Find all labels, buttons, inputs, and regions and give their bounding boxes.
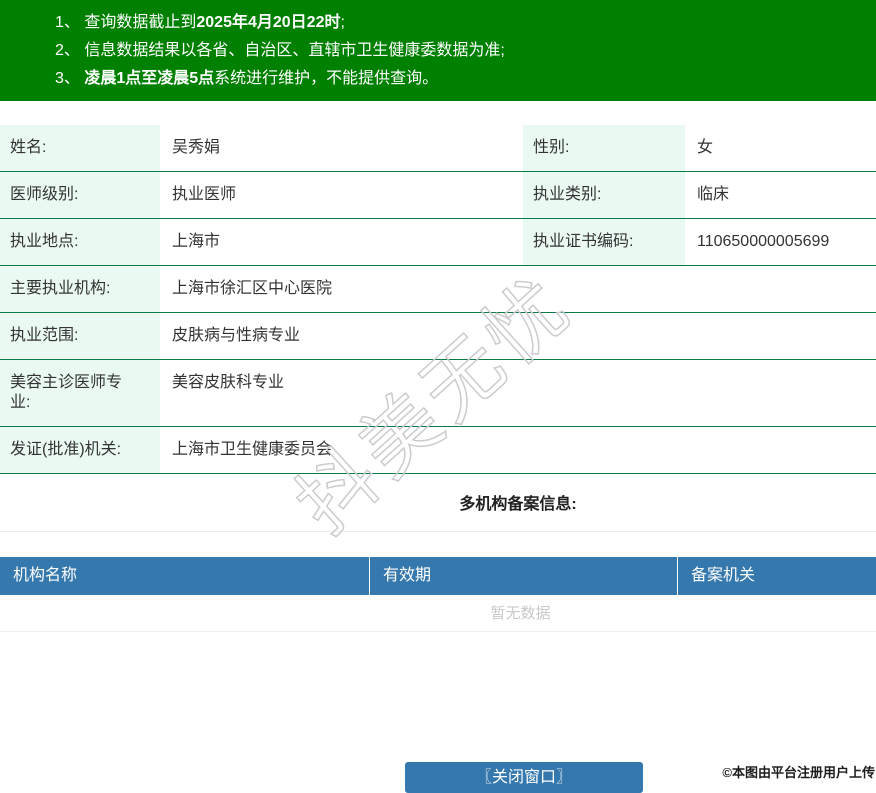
main-institution-label: 主要执业机构: [0,265,160,313]
notice-line: 1、 查询数据截止到2025年4月20日22时; [55,9,866,37]
doctor-level-label: 医师级别: [0,171,160,219]
practice-location-label: 执业地点: [0,218,160,266]
close-window-button[interactable]: 〖关闭窗口〗 [405,762,643,793]
notice-text: ; [340,14,345,31]
notice-line: 3、 凌晨1点至凌晨5点系统进行维护，不能提供查询。 [55,65,866,93]
no-data-placeholder: 暂无数据 [0,595,876,632]
practice-category-value: 临床 [685,171,876,219]
column-header-validity-period: 有效期 [369,557,677,595]
table-row: 执业范围: 皮肤病与性病专业 [0,312,876,360]
notice-line-number: 3、 [55,70,80,87]
gender-value: 女 [685,125,876,172]
table-row: 美容主诊医师专业: 美容皮肤科专业 [0,359,876,427]
doctor-level-value: 执业医师 [160,171,523,219]
column-header-institution-name: 机构名称 [13,567,78,584]
certificate-number-value: 110650000005699 [685,218,876,266]
notice-text: 系统进行维护，不能提供查询。 [214,70,439,87]
notice-line: 2、 信息数据结果以各省、自治区、直辖市卫生健康委数据为准; [55,37,866,65]
column-header-filing-authority: 备案机关 [677,557,876,595]
multi-org-table-header: 机构名称 有效期 备案机关 [0,557,876,595]
notice-line-number: 1、 [55,14,80,31]
main-institution-value: 上海市徐汇区中心医院 [160,265,876,313]
practice-category-label: 执业类别: [523,171,685,219]
cosmetic-specialty-value: 美容皮肤科专业 [160,359,876,427]
upload-attribution-note: ©本图由平台注册用户上传 [722,765,875,780]
issuing-authority-value: 上海市卫生健康委员会 [160,426,876,474]
table-row: 发证(批准)机关: 上海市卫生健康委员会 [0,426,876,474]
certificate-number-label: 执业证书编码: [523,218,685,266]
table-row: 主要执业机构: 上海市徐汇区中心医院 [0,265,876,313]
practice-scope-label: 执业范围: [0,312,160,360]
cosmetic-specialty-label: 美容主诊医师专业: [0,359,160,427]
notice-text: 查询数据截止到 [84,14,197,31]
practitioner-info-table: 姓名: 吴秀娟 性别: 女 医师级别: 执业医师 执业类别: 临床 执业地点: … [0,125,876,474]
notice-line-number: 2、 [55,42,80,59]
table-row: 姓名: 吴秀娟 性别: 女 [0,125,876,172]
issuing-authority-label: 发证(批准)机关: [0,426,160,474]
notice-text-bold: 凌晨1点至凌晨5点 [84,70,215,87]
multi-org-section-title: 多机构备案信息: [0,474,876,532]
table-row: 医师级别: 执业医师 执业类别: 临床 [0,171,876,219]
notice-text-bold: 2025年4月20日22时 [196,14,341,31]
gender-label: 性别: [523,125,685,172]
practice-location-value: 上海市 [160,218,523,266]
notice-banner: 1、 查询数据截止到2025年4月20日22时; 2、 信息数据结果以各省、自治… [0,0,876,101]
name-label: 姓名: [0,125,160,172]
notice-text: 信息数据结果以各省、自治区、直辖市卫生健康委数据为准; [84,42,505,59]
table-row: 执业地点: 上海市 执业证书编码: 110650000005699 [0,218,876,266]
name-value: 吴秀娟 [160,125,523,172]
practice-scope-value: 皮肤病与性病专业 [160,312,876,360]
